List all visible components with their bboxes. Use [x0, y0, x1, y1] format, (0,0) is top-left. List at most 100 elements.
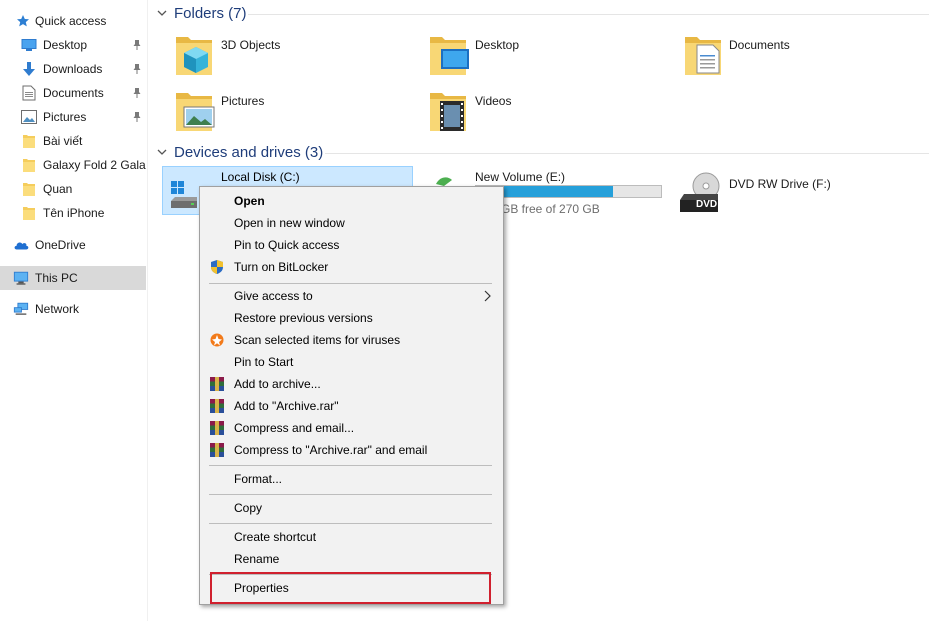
- sidebar-item-desktop[interactable]: Desktop: [0, 34, 146, 56]
- chevron-down-icon: [157, 10, 167, 16]
- drive-free-space-text: GB free of 270 GB: [501, 202, 600, 216]
- menu-item-label: Pin to Quick access: [234, 238, 340, 252]
- devices-group-header[interactable]: Devices and drives (3): [156, 141, 323, 163]
- pictures-icon: [21, 109, 37, 125]
- sidebar-item-label: Tên iPhone: [43, 206, 105, 220]
- star-icon: [15, 13, 31, 29]
- pictures-folder-icon: [176, 93, 215, 131]
- menu-separator: [209, 523, 492, 524]
- folder-icon: [21, 133, 37, 149]
- menu-item-label: Add to archive...: [234, 377, 321, 391]
- menu-item-format[interactable]: Format...: [202, 468, 501, 490]
- pin-icon: [133, 64, 141, 74]
- folder-icon: [21, 205, 37, 221]
- menu-item-label: Properties: [234, 581, 289, 595]
- pin-icon: [133, 88, 141, 98]
- menu-item-compress-and-email[interactable]: Compress and email...: [202, 417, 501, 439]
- menu-item-label: Format...: [234, 472, 283, 486]
- drive-tile-label: New Volume (E:): [475, 170, 566, 184]
- menu-item-add-to-archive-rar[interactable]: Add to "Archive.rar": [202, 395, 501, 417]
- sidebar-item-label: This PC: [35, 271, 78, 285]
- menu-item-compress-to-archive-rar-email[interactable]: Compress to "Archive.rar" and email: [202, 439, 501, 461]
- sidebar-item-ten-iphone[interactable]: Tên iPhone: [0, 202, 146, 224]
- document-icon: [21, 85, 37, 101]
- menu-separator: [209, 283, 492, 284]
- menu-item-label: Copy: [234, 501, 263, 515]
- 3d-objects-folder-icon: [176, 37, 212, 75]
- computer-icon: [13, 270, 29, 286]
- menu-item-label: Rename: [234, 552, 280, 566]
- menu-item-open[interactable]: Open: [202, 190, 501, 212]
- sidebar-item-pictures[interactable]: Pictures: [0, 106, 146, 128]
- menu-item-label: Scan selected items for viruses: [234, 333, 401, 347]
- folder-tile-label: 3D Objects: [221, 38, 281, 52]
- folder-tile-label: Desktop: [475, 38, 520, 52]
- sidebar-item-documents[interactable]: Documents: [0, 82, 146, 104]
- sidebar-item-label: Bài viết: [43, 134, 83, 148]
- folder-tile-label: Documents: [729, 38, 790, 52]
- menu-separator: [209, 465, 492, 466]
- sidebar-item-label: Downloads: [43, 62, 103, 76]
- drive-tile-label: DVD RW Drive (F:): [729, 177, 831, 191]
- folder-icon: [21, 181, 37, 197]
- menu-item-add-to-archive[interactable]: Add to archive...: [202, 373, 501, 395]
- sidebar-item-label: Galaxy Fold 2 Galaxy: [43, 158, 146, 172]
- drive-tile-label: Local Disk (C:): [221, 170, 300, 184]
- menu-item-give-access[interactable]: Give access to: [202, 285, 501, 307]
- winrar-icon: [210, 443, 224, 457]
- folder-tile-3d-objects[interactable]: 3D Objects: [174, 33, 414, 89]
- menu-item-open-new-window[interactable]: Open in new window: [202, 212, 501, 234]
- menu-item-rename[interactable]: Rename: [202, 548, 501, 570]
- sidebar-item-onedrive[interactable]: OneDrive: [0, 234, 146, 256]
- sidebar-item-network[interactable]: Network: [0, 298, 146, 320]
- sidebar-item-downloads[interactable]: Downloads: [0, 58, 146, 80]
- sidebar-item-label: Pictures: [43, 110, 87, 124]
- menu-item-scan-viruses[interactable]: Scan selected items for viruses: [202, 329, 501, 351]
- menu-item-label: Compress and email...: [234, 421, 355, 435]
- folders-group-title: Folders (7): [174, 4, 247, 22]
- menu-item-pin-quick-access[interactable]: Pin to Quick access: [202, 234, 501, 256]
- avast-icon: [210, 333, 224, 347]
- sidebar-item-label: OneDrive: [35, 238, 86, 252]
- folder-tile-videos[interactable]: Videos: [428, 89, 668, 145]
- sidebar-item-quan[interactable]: Quan: [0, 178, 146, 200]
- folder-tile-desktop[interactable]: Desktop: [428, 33, 668, 89]
- menu-item-create-shortcut[interactable]: Create shortcut: [202, 526, 501, 548]
- drive-tile-dvd-rw-f[interactable]: DVD DVD RW Drive (F:): [678, 170, 918, 226]
- network-icon: [13, 301, 29, 317]
- winrar-icon: [210, 377, 224, 391]
- menu-item-label: Restore previous versions: [234, 311, 373, 325]
- menu-item-label: Create shortcut: [234, 530, 317, 544]
- folder-tile-label: Pictures: [221, 94, 265, 108]
- pin-icon: [133, 112, 141, 122]
- menu-item-restore-previous-versions[interactable]: Restore previous versions: [202, 307, 501, 329]
- context-menu: Open Open in new window Pin to Quick acc…: [199, 186, 504, 605]
- menu-item-label: Open: [234, 194, 265, 208]
- group-divider: [248, 14, 929, 15]
- menu-item-properties[interactable]: Properties: [202, 577, 501, 599]
- videos-folder-icon: [430, 93, 466, 131]
- devices-group-title: Devices and drives (3): [174, 143, 324, 161]
- menu-item-label: Turn on BitLocker: [234, 260, 329, 274]
- sidebar-item-quick-access[interactable]: Quick access: [0, 10, 146, 32]
- folder-tile-documents[interactable]: Documents: [683, 33, 923, 89]
- desktop-icon: [21, 37, 37, 53]
- cloud-icon: [13, 237, 29, 253]
- menu-item-label: Add to "Archive.rar": [234, 399, 339, 413]
- sidebar-item-label: Quan: [43, 182, 73, 196]
- menu-item-pin-to-start[interactable]: Pin to Start: [202, 351, 501, 373]
- folders-group-header[interactable]: Folders (7): [156, 2, 247, 24]
- winrar-icon: [210, 399, 224, 413]
- folder-tile-pictures[interactable]: Pictures: [174, 89, 414, 145]
- desktop-folder-icon: [430, 37, 469, 75]
- menu-item-turn-on-bitlocker[interactable]: Turn on BitLocker: [202, 256, 501, 278]
- menu-item-label: Open in new window: [234, 216, 345, 230]
- navigation-pane: Quick access Desktop Downloads Documents…: [0, 0, 148, 621]
- sidebar-item-this-pc[interactable]: This PC: [0, 266, 146, 290]
- menu-item-copy[interactable]: Copy: [202, 497, 501, 519]
- chevron-right-icon: [484, 290, 491, 302]
- sidebar-item-label: Documents: [43, 86, 104, 100]
- group-divider: [325, 153, 929, 154]
- sidebar-item-galaxy-fold[interactable]: Galaxy Fold 2 Galaxy: [0, 154, 146, 176]
- sidebar-item-bai-viet[interactable]: Bài viết: [0, 130, 146, 152]
